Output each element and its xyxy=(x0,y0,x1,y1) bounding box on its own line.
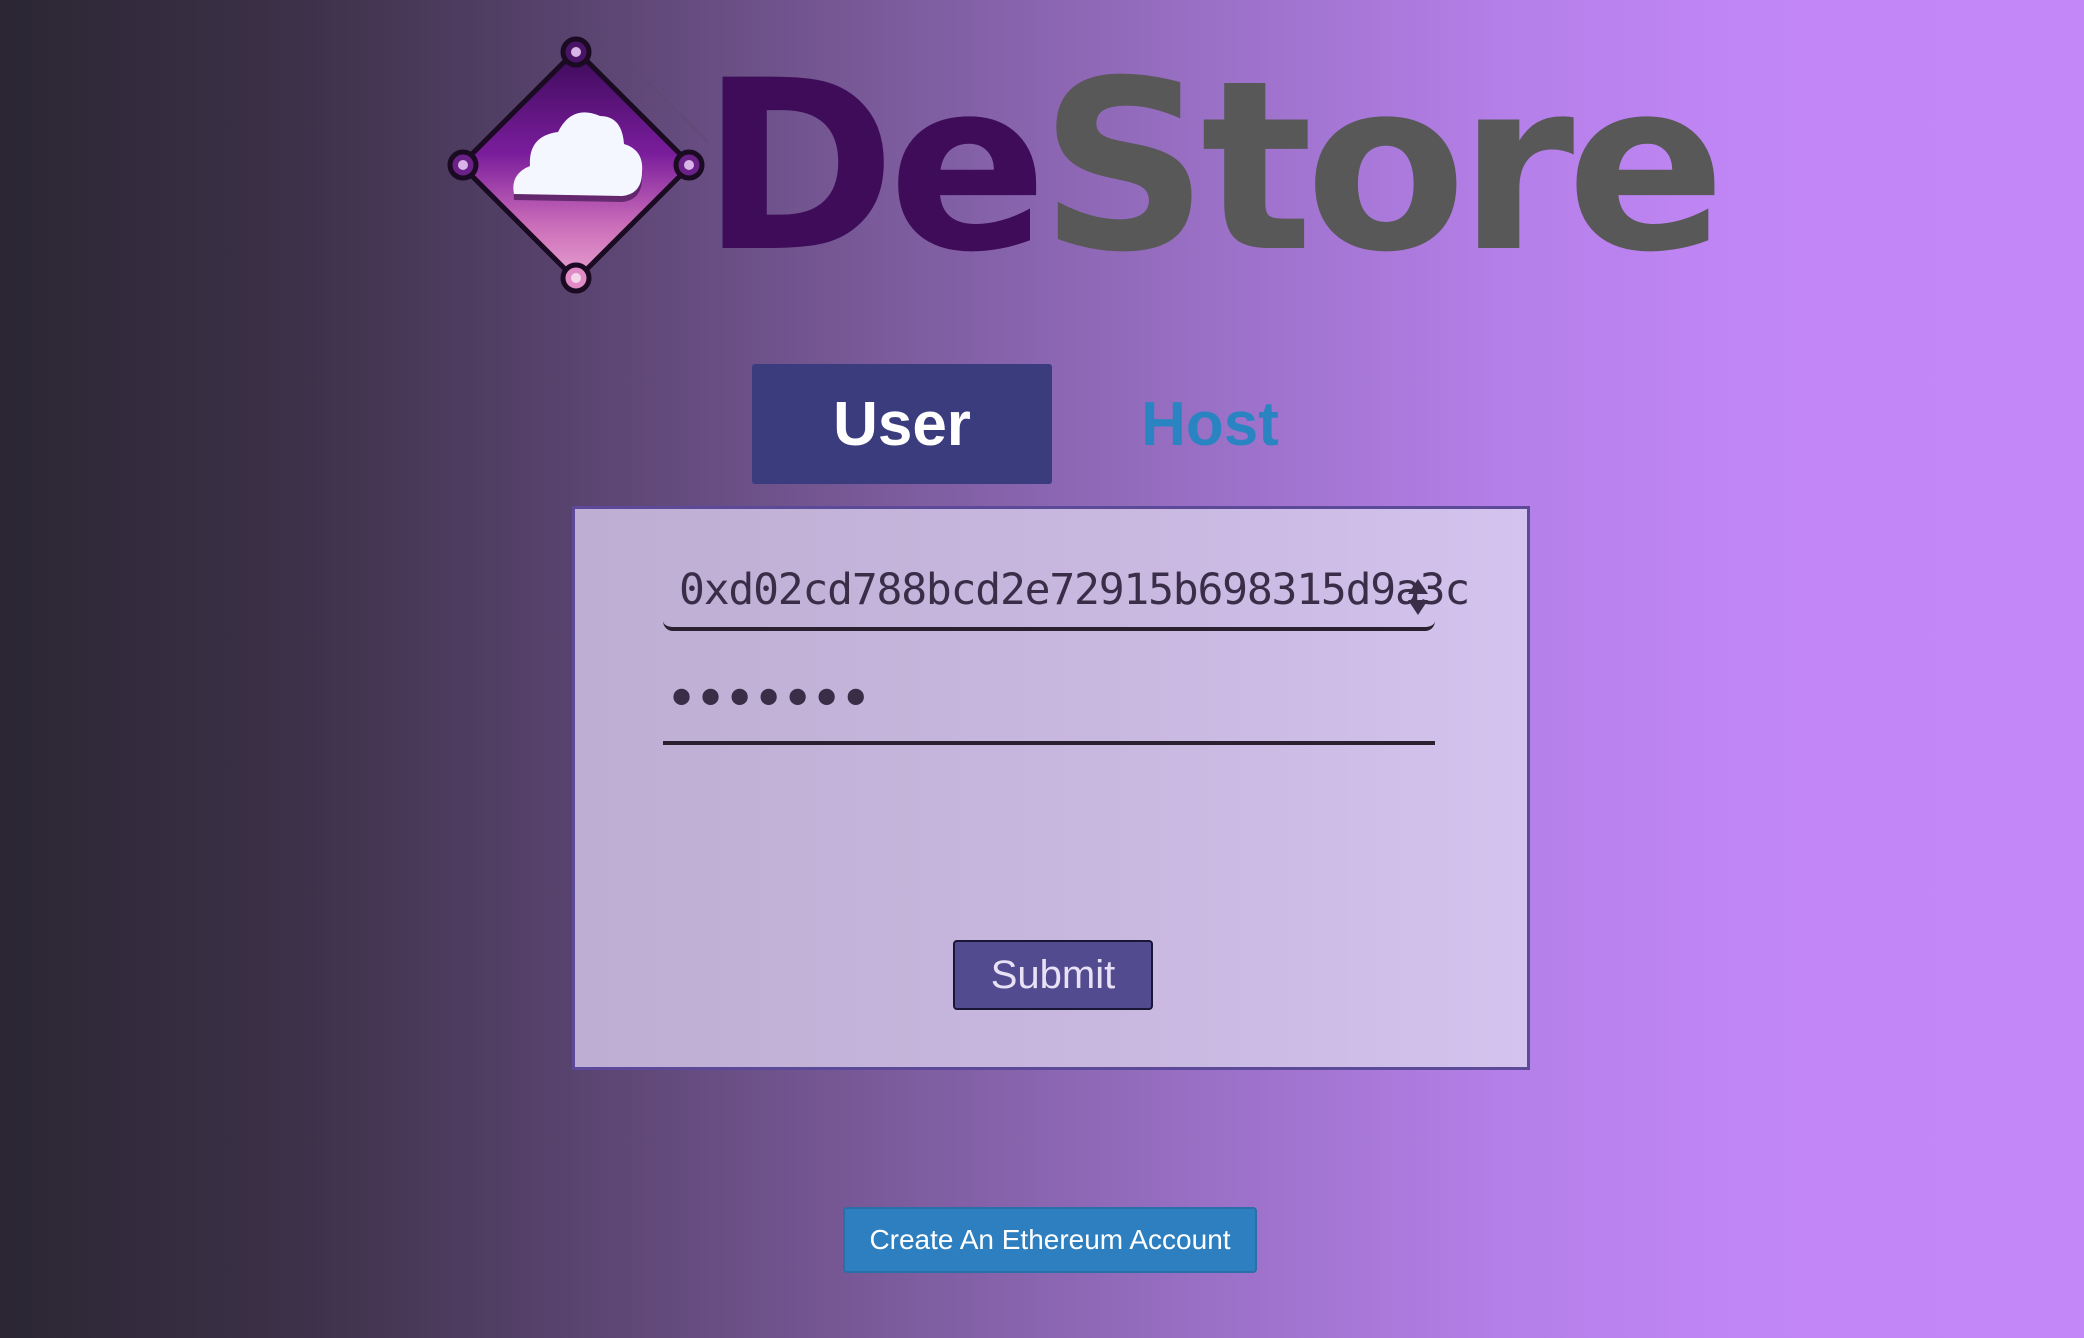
submit-button[interactable]: Submit xyxy=(953,940,1153,1010)
tab-host[interactable]: Host xyxy=(1070,364,1350,484)
destore-logo: DeStore xyxy=(446,30,1726,300)
account-select[interactable]: 0xd02cd788bcd2e72915b698315d9a3c xyxy=(663,551,1470,631)
password-field[interactable]: ••••••• xyxy=(663,665,1435,745)
brand-wordmark-de: De xyxy=(701,31,1047,304)
account-select-value: 0xd02cd788bcd2e72915b698315d9a3c xyxy=(679,565,1470,615)
select-arrows-icon xyxy=(1408,579,1428,615)
tab-user[interactable]: User xyxy=(752,364,1052,484)
password-value: ••••••• xyxy=(665,667,872,732)
cloud-diamond-icon xyxy=(447,30,709,294)
login-card: 0xd02cd788bcd2e72915b698315d9a3c •••••••… xyxy=(572,506,1530,1070)
create-ethereum-account-button[interactable]: Create An Ethereum Account xyxy=(843,1207,1257,1273)
brand-wordmark-store: Store xyxy=(1039,31,1725,304)
brand-wordmark: DeStore xyxy=(701,50,1726,285)
